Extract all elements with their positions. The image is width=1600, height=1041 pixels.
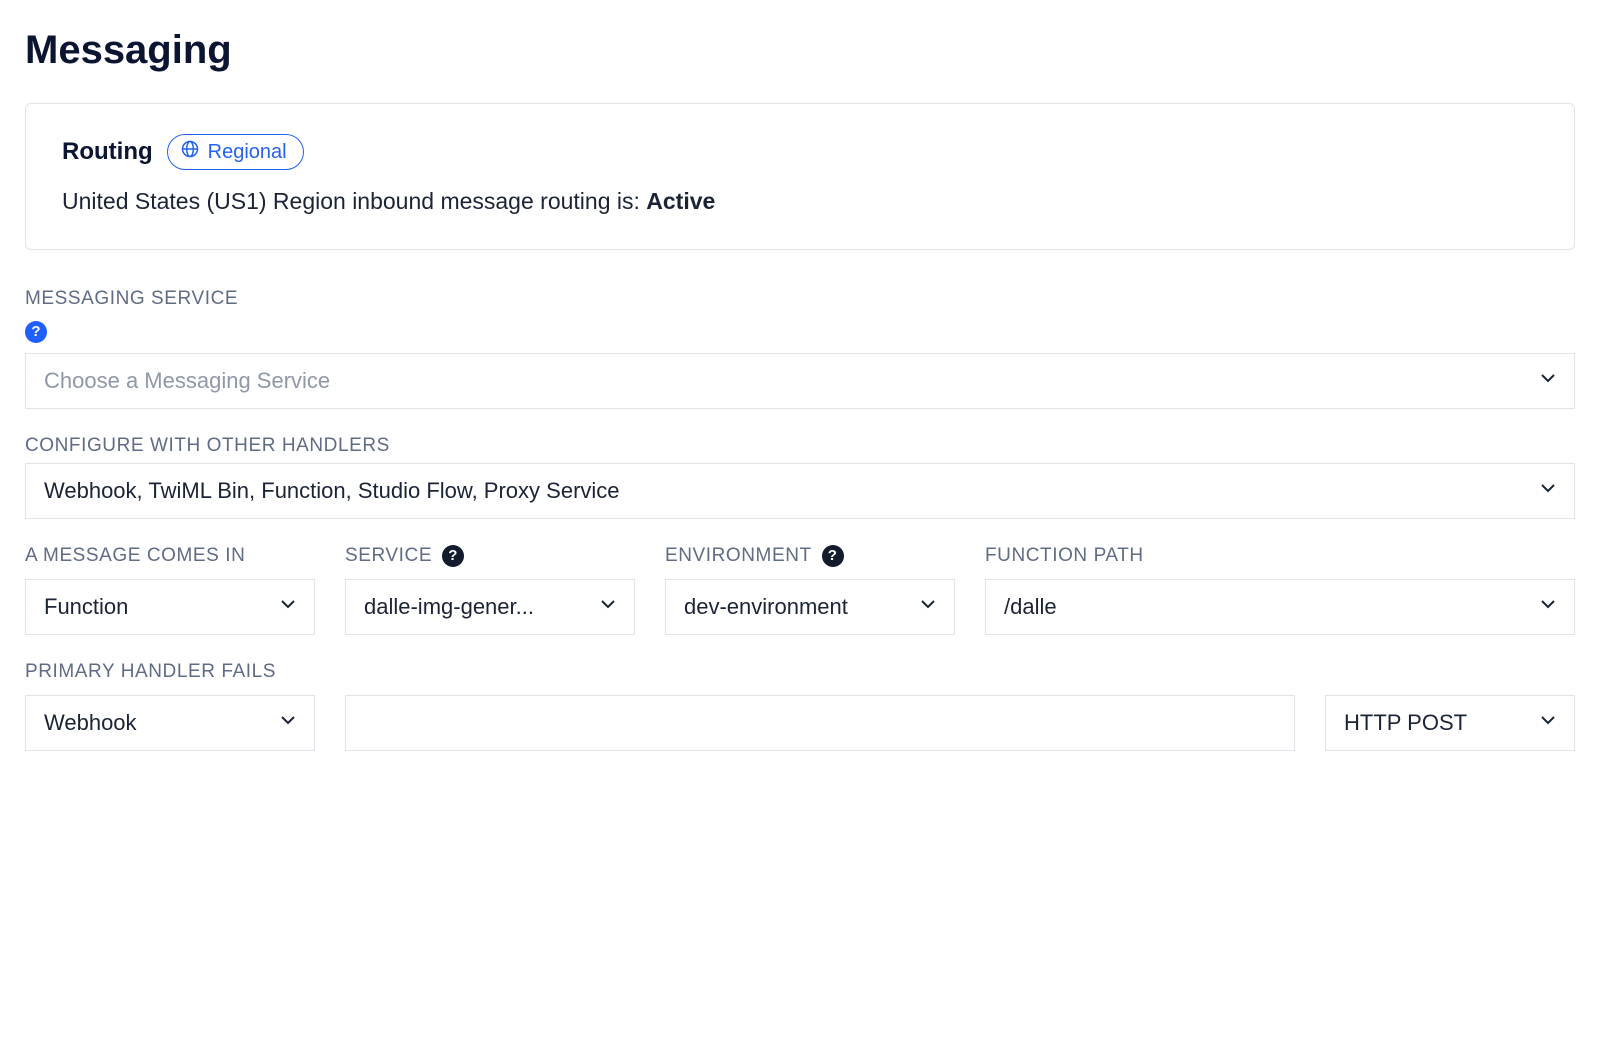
message-comes-in-select[interactable]: Function [25,579,315,635]
chevron-down-icon [1536,708,1560,738]
environment-select[interactable]: dev-environment [665,579,955,635]
function-path-select[interactable]: /dalle [985,579,1575,635]
chevron-down-icon [276,708,300,738]
configure-handlers-select[interactable]: Webhook, TwiML Bin, Function, Studio Flo… [25,463,1575,519]
service-value: dalle-img-gener... [364,594,584,620]
help-icon[interactable]: ? [822,545,844,567]
globe-icon [180,139,200,165]
chevron-down-icon [1536,366,1560,396]
regional-pill[interactable]: Regional [167,134,304,170]
messaging-service-placeholder: Choose a Messaging Service [44,368,1524,394]
page-title: Messaging [25,28,1575,73]
chevron-down-icon [916,592,940,622]
primary-handler-type-value: Webhook [44,710,264,736]
function-path-label: FUNCTION PATH [985,545,1575,567]
configure-handlers-label: CONFIGURE WITH OTHER HANDLERS [25,435,1575,457]
routing-status-prefix: United States (US1) Region inbound messa… [62,188,646,214]
messaging-service-label: MESSAGING SERVICE [25,288,1575,310]
chevron-down-icon [1536,592,1560,622]
routing-panel: Routing Regional United States (US1) Reg… [25,103,1575,250]
primary-handler-fails-label: PRIMARY HANDLER FAILS [25,661,315,683]
chevron-down-icon [596,592,620,622]
environment-label: ENVIRONMENT [665,545,812,567]
primary-handler-method-select[interactable]: HTTP POST [1325,695,1575,751]
regional-pill-label: Regional [208,141,287,164]
primary-handler-type-select[interactable]: Webhook [25,695,315,751]
routing-status-value: Active [646,188,715,214]
service-label: SERVICE [345,545,432,567]
help-icon[interactable]: ? [25,321,47,343]
function-path-value: /dalle [1004,594,1524,620]
primary-handler-method-value: HTTP POST [1344,710,1524,736]
messaging-service-select[interactable]: Choose a Messaging Service [25,353,1575,409]
routing-status-text: United States (US1) Region inbound messa… [62,188,1538,215]
chevron-down-icon [1536,476,1560,506]
chevron-down-icon [276,592,300,622]
service-select[interactable]: dalle-img-gener... [345,579,635,635]
environment-value: dev-environment [684,594,904,620]
primary-handler-url-input[interactable] [345,695,1295,751]
message-comes-in-label: A MESSAGE COMES IN [25,545,315,567]
message-comes-in-value: Function [44,594,264,620]
help-icon[interactable]: ? [442,545,464,567]
configure-handlers-value: Webhook, TwiML Bin, Function, Studio Flo… [44,478,1524,504]
routing-heading: Routing [62,138,153,166]
